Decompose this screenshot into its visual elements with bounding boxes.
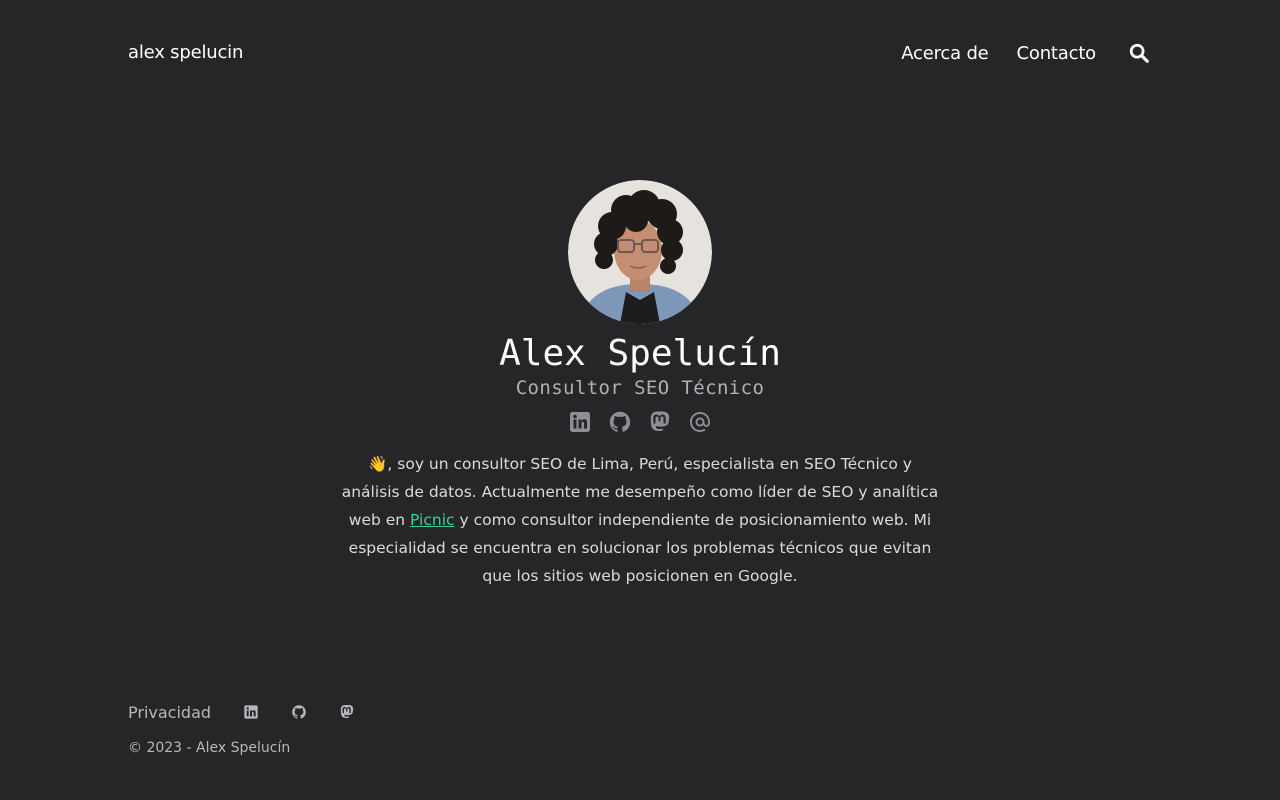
profile-section: Alex Spelucín Consultor SEO Técnico 👋, s… — [0, 180, 1280, 590]
avatar — [568, 180, 712, 324]
github-icon[interactable] — [291, 704, 307, 720]
profile-subtitle: Consultor SEO Técnico — [515, 377, 765, 399]
profile-bio: 👋, soy un consultor SEO de Lima, Perú, e… — [340, 450, 940, 590]
site-footer: Privacidad © 2023 - Alex Spelucín — [128, 700, 1152, 756]
search-icon[interactable] — [1128, 42, 1150, 64]
linkedin-icon[interactable] — [568, 410, 592, 434]
profile-name: Alex Spelucín — [499, 333, 781, 374]
site-header: alex spelucin Acerca de Contacto — [0, 0, 1280, 110]
main-nav: Acerca de Contacto — [901, 42, 1150, 64]
nav-contact-link[interactable]: Contacto — [1017, 43, 1097, 64]
copyright: © 2023 - Alex Spelucín — [128, 740, 291, 756]
footer-links: Privacidad — [128, 700, 1152, 724]
mastodon-icon[interactable] — [648, 410, 672, 434]
social-links — [0, 410, 1280, 434]
linkedin-icon[interactable] — [243, 704, 259, 720]
picnic-link[interactable]: Picnic — [410, 511, 455, 529]
waving-hand-emoji: 👋 — [368, 455, 388, 473]
mastodon-icon[interactable] — [339, 704, 355, 720]
github-icon[interactable] — [608, 410, 632, 434]
at-email-icon[interactable] — [688, 410, 712, 434]
nav-about-link[interactable]: Acerca de — [901, 43, 989, 64]
privacy-link[interactable]: Privacidad — [128, 703, 211, 722]
site-brand-link[interactable]: alex spelucin — [128, 42, 243, 63]
